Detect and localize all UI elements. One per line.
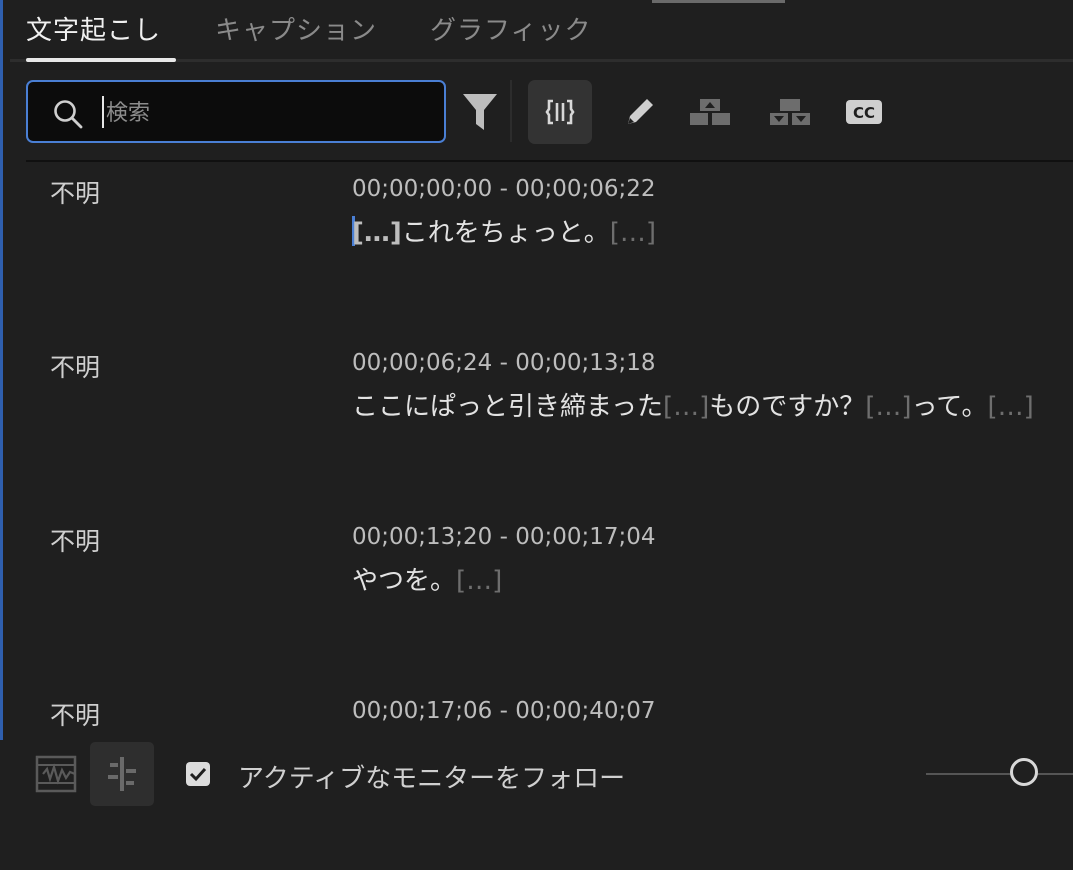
search-input[interactable] [104,92,428,134]
audio-waveform-icon[interactable] [30,742,84,806]
search-box[interactable] [26,80,446,143]
pause-marker: […] [987,392,1034,422]
segment-timecode: 00;00;17;06 - 00;00;40;07 [352,698,656,724]
transcript-align-icon[interactable] [90,742,154,806]
tab-transcript[interactable]: 文字起こし [26,10,161,47]
bottom-bar: アクティブなモニターをフォロー [0,740,1073,808]
tab-graphics[interactable]: グラフィック [430,10,591,47]
segment-text[interactable]: やつを。[…] [352,560,502,597]
segment-timecode: 00;00;06;24 - 00;00;13;18 [352,350,656,376]
segment-timecode: 00;00;13;20 - 00;00;17;04 [352,524,656,550]
segment-text[interactable]: […]これをちょっと。[…] [352,212,656,249]
speaker-label[interactable]: 不明 [50,348,100,384]
zoom-slider-thumb[interactable] [1010,758,1038,786]
pause-marker: […] [662,392,710,422]
segment-words: って。 [911,392,988,422]
transcript-segment[interactable]: 不明 00;00;00;00 - 00;00;06;22 […]これをちょっと。… [0,174,1073,348]
pause-marker: […] [609,218,657,248]
segment-words: ものですか？ [709,392,866,422]
pause-marker: […] [865,392,912,422]
active-tab-underline [26,58,176,62]
segment-words: これをちょっと。 [401,218,610,248]
segment-timecode: 00;00;00;00 - 00;00;06;22 [352,176,656,202]
toolbar-separator [510,80,512,142]
follow-monitor-label[interactable]: アクティブなモニターをフォロー [238,758,625,795]
filter-icon[interactable] [448,80,512,144]
segment-words: ここにぱっと引き締まった [352,392,663,422]
speaker-label[interactable]: 不明 [50,522,100,558]
segment-words: やつを。 [352,566,457,596]
checkmark-icon [189,767,207,782]
list-divider [26,160,1073,162]
split-segment-down-icon[interactable] [758,80,822,144]
transcript-segment[interactable]: 不明 00;00;06;24 - 00;00;13;18 ここにぱっと引き締まっ… [0,348,1073,522]
speaker-label[interactable]: 不明 [50,174,100,210]
segment-text[interactable]: ここにぱっと引き締まった[…]ものですか？[…]って。[…] [352,386,1034,423]
transcript-segment[interactable]: 不明 00;00;13;20 - 00;00;17;04 やつを。[…] [0,522,1073,696]
edit-icon[interactable] [608,80,672,144]
zoom-slider-track[interactable] [926,773,1073,775]
merge-segments-icon[interactable] [528,80,592,144]
cc-icon[interactable]: CC [832,80,896,144]
tab-captions[interactable]: キャプション [215,10,377,47]
search-icon [54,100,83,129]
svg-text:CC: CC [853,104,875,122]
tab-bar: 文字起こし キャプション グラフィック [10,0,1073,62]
speaker-label[interactable]: 不明 [50,696,100,732]
follow-monitor-checkbox[interactable] [186,762,210,786]
pause-marker: […] [352,218,402,248]
split-segment-up-icon[interactable] [678,80,742,144]
pause-marker: […] [456,566,503,596]
